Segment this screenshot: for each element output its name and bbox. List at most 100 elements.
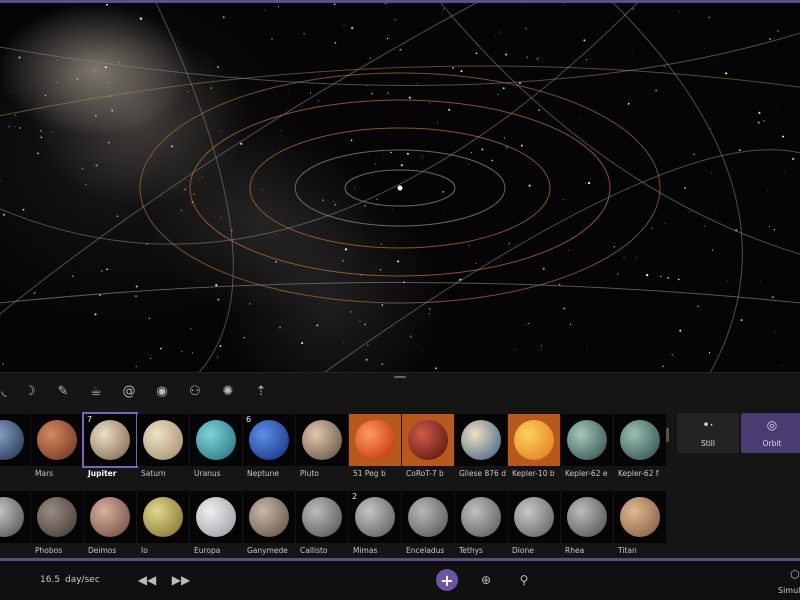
star <box>394 18 396 20</box>
object-tile[interactable] <box>614 414 666 466</box>
add-object-button[interactable]: + <box>436 569 458 591</box>
star <box>123 222 125 223</box>
planet-thumbnail <box>408 420 448 460</box>
comet-tool-icon: ◟ <box>1 383 7 399</box>
star <box>148 112 150 114</box>
star <box>233 45 235 47</box>
sim-speed-value[interactable]: 16.5 <box>40 575 60 585</box>
recenter-button[interactable]: ⊕ <box>476 570 496 590</box>
object-tile[interactable] <box>561 491 613 543</box>
star <box>219 345 222 347</box>
toolbar-button[interactable]: ◉ <box>152 381 172 401</box>
star <box>191 352 193 354</box>
object-tile[interactable]: 7 <box>82 412 138 468</box>
star-burst-icon: ✺ <box>222 383 234 399</box>
star <box>428 103 431 105</box>
toolbar-button[interactable]: ☕ <box>86 381 106 401</box>
star <box>365 358 368 361</box>
object-label: Enceladus <box>406 546 445 555</box>
star <box>585 182 587 184</box>
moon-tool-icon: ☽ <box>24 383 36 399</box>
object-tile[interactable] <box>296 491 348 543</box>
object-tile[interactable] <box>296 414 348 466</box>
object-tile[interactable] <box>0 414 30 466</box>
toolbar-button[interactable]: @ <box>119 381 139 401</box>
star <box>111 109 114 112</box>
toolbar-button[interactable]: ⇡ <box>251 381 271 401</box>
object-tile[interactable] <box>243 491 295 543</box>
search-button[interactable]: ⚲ <box>514 570 534 590</box>
orbit-path <box>154 0 234 372</box>
star <box>385 3 387 4</box>
object-label: Mimas <box>353 546 378 555</box>
star <box>475 262 478 265</box>
object-tile[interactable] <box>614 491 666 543</box>
star <box>61 327 63 329</box>
star <box>542 267 545 270</box>
object-tile[interactable] <box>31 491 83 543</box>
star <box>650 227 653 230</box>
object-label: Pluto <box>300 469 319 478</box>
object-tile[interactable] <box>0 491 30 543</box>
still-mode-button[interactable]: •· Still <box>677 413 739 453</box>
star <box>344 248 348 251</box>
planet-thumbnail <box>620 497 660 537</box>
toolbar-button[interactable]: ◟ <box>0 381 14 401</box>
star <box>381 363 384 366</box>
star <box>198 179 199 181</box>
object-tile[interactable] <box>508 491 560 543</box>
star <box>106 3 108 6</box>
category-toolbar: ◟ ☽ ✎ ☕ @ ◉ ⚇ ✺ ⇡ <box>0 373 800 409</box>
object-tile[interactable] <box>137 491 189 543</box>
star <box>390 151 392 154</box>
orbit-canvas[interactable] <box>0 0 800 372</box>
object-tile[interactable] <box>508 414 560 466</box>
orbit-path <box>0 0 483 315</box>
star <box>81 167 84 170</box>
planet-thumbnail <box>514 420 554 460</box>
simulation-label[interactable]: Simul <box>778 586 800 595</box>
object-tile[interactable] <box>31 414 83 466</box>
orbit-mode-button[interactable]: ◎ Orbit <box>741 413 800 453</box>
star <box>514 349 516 350</box>
star <box>178 129 180 131</box>
star <box>781 365 783 367</box>
object-tile[interactable]: 2 <box>349 491 401 543</box>
object-label: Rhea <box>565 546 585 555</box>
star <box>468 163 469 165</box>
object-tile[interactable] <box>402 491 454 543</box>
star <box>220 217 222 219</box>
cube-icon[interactable]: ⬡ <box>790 568 800 581</box>
object-tile[interactable] <box>455 491 507 543</box>
central-star[interactable] <box>397 185 403 191</box>
object-tile[interactable] <box>84 491 136 543</box>
star <box>216 356 219 358</box>
star <box>2 363 4 365</box>
object-tile[interactable] <box>455 414 507 466</box>
space-viewport[interactable] <box>0 0 800 372</box>
toolbar-button[interactable]: ☽ <box>20 381 40 401</box>
top-accent-line <box>0 0 800 3</box>
object-tile[interactable] <box>349 414 401 466</box>
star <box>397 260 400 263</box>
object-tile[interactable] <box>137 414 189 466</box>
toolbar-button[interactable]: ✺ <box>218 381 238 401</box>
toolbar-button[interactable]: ⚇ <box>185 381 205 401</box>
star <box>160 347 162 350</box>
object-label: Ganymede <box>247 546 288 555</box>
object-tile[interactable]: 6 <box>243 414 295 466</box>
object-tile[interactable] <box>561 414 613 466</box>
object-tile[interactable] <box>402 414 454 466</box>
star <box>334 41 337 44</box>
toolbar-button[interactable]: ✎ <box>53 381 73 401</box>
star <box>374 163 377 165</box>
fast-forward-button[interactable]: ▶▶ <box>171 570 191 590</box>
object-tile[interactable] <box>190 414 242 466</box>
grid-scrollbar[interactable] <box>666 428 669 442</box>
star <box>277 6 280 8</box>
star <box>662 365 664 368</box>
object-tile[interactable] <box>190 491 242 543</box>
rewind-button[interactable]: ◀◀ <box>137 570 157 590</box>
object-label: Gliese 876 d <box>459 469 506 478</box>
star <box>475 52 478 55</box>
